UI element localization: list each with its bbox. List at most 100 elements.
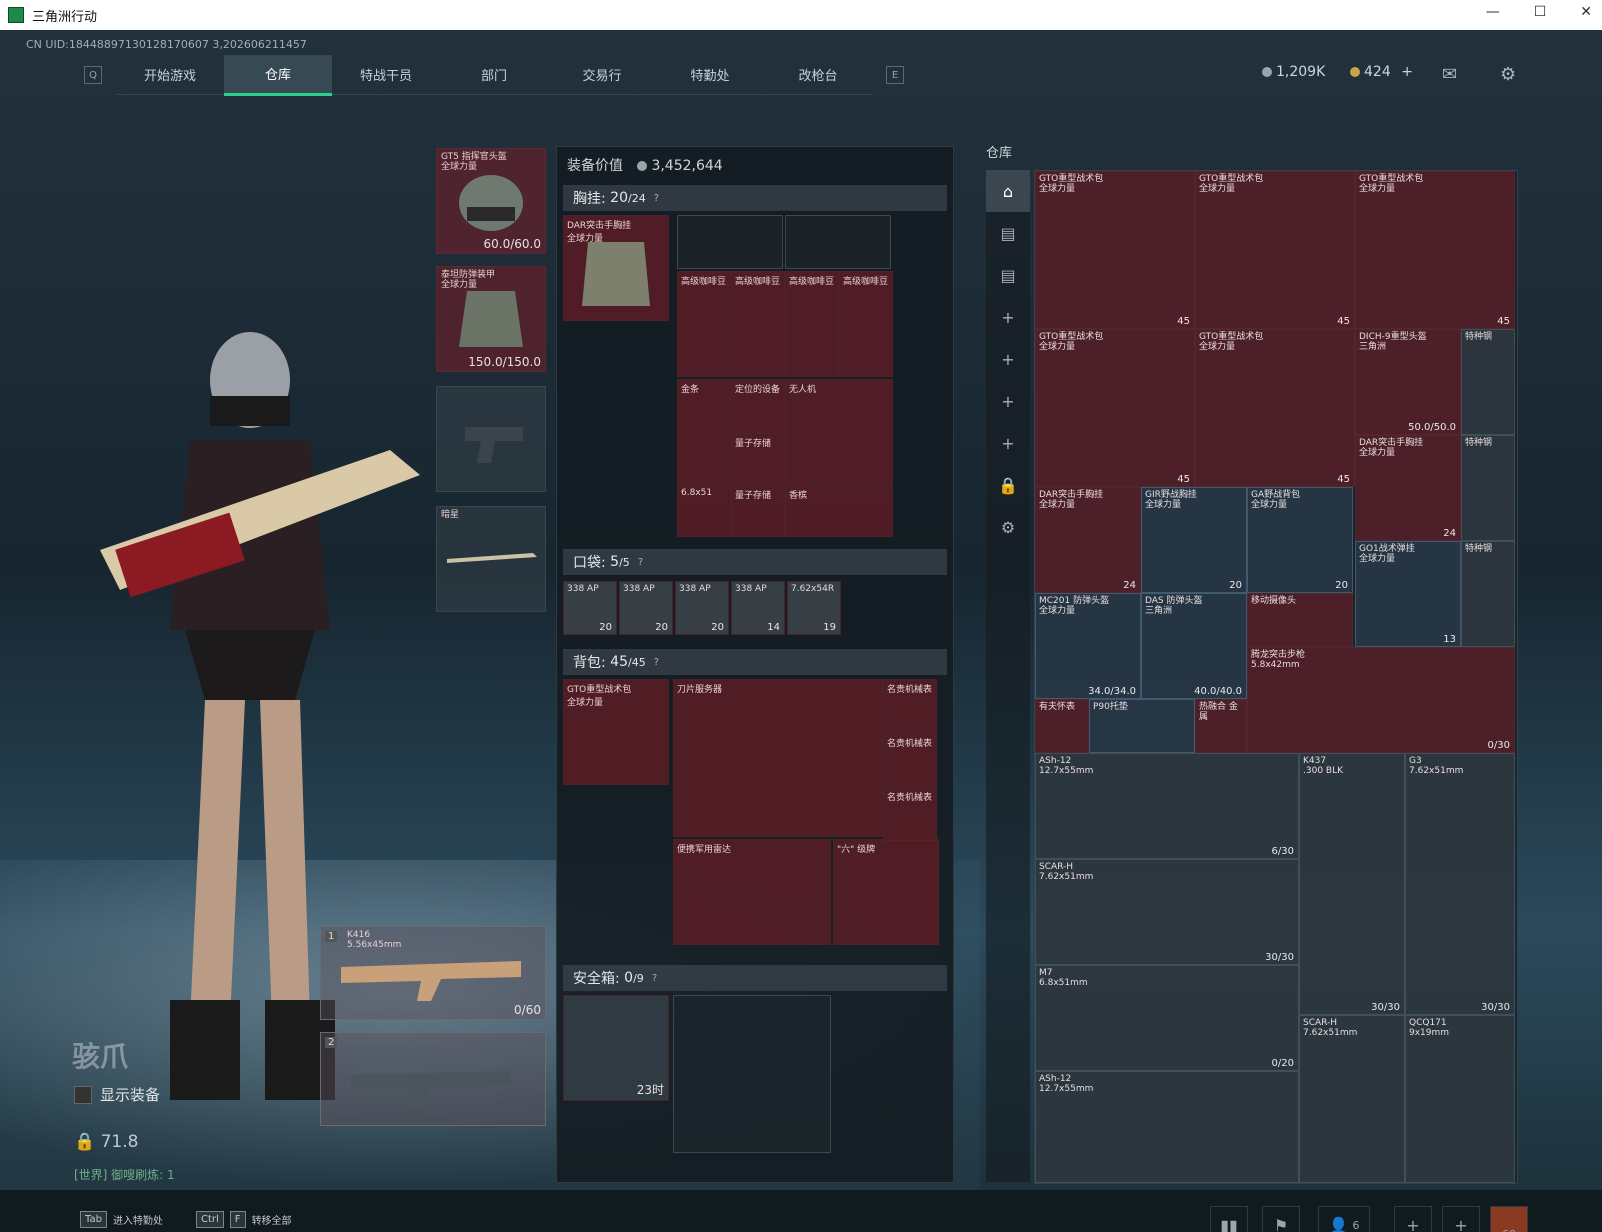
list-item[interactable]: DICH-9重型头盔 三角洲 50.0/50.0 [1355, 329, 1461, 435]
stats-icon[interactable]: ▮▮ [1210, 1206, 1248, 1232]
mail-icon[interactable]: ✉ [1442, 64, 1457, 85]
list-item[interactable]: 热融合 金属 [1195, 699, 1247, 753]
tab-start-game[interactable]: 开始游戏 [116, 56, 224, 95]
enter-special-ops-hotkey[interactable]: Tab 进入特勤处 [80, 1206, 163, 1232]
settings-gear-icon[interactable]: ⚙ [1500, 64, 1516, 85]
list-item[interactable]: 移动摄像头 [1247, 593, 1353, 647]
melee-slot[interactable]: 暗星 [436, 506, 546, 612]
list-item[interactable]: 高级咖啡豆 [785, 271, 839, 377]
tab-special-ops[interactable]: 特勤处 [656, 56, 764, 95]
show-equip-checkbox[interactable] [74, 1085, 92, 1104]
gold-bar-item[interactable]: 金条 [677, 379, 731, 485]
list-item[interactable]: QCQ171 9x19mm [1405, 1015, 1515, 1183]
safebox-grid[interactable] [673, 995, 831, 1153]
empty-slot[interactable] [785, 215, 891, 269]
settings-gear-icon[interactable]: ⚙ [986, 506, 1030, 548]
list-item[interactable]: MC201 防弹头盔 全球力量 34.0/34.0 [1035, 593, 1141, 699]
tab-market[interactable]: 交易行 [548, 56, 656, 95]
friends-button[interactable]: 👤 6 [1318, 1206, 1370, 1232]
storage-tab-2[interactable]: ▤ [986, 212, 1030, 254]
list-item[interactable]: 338 AP 14 [731, 581, 785, 635]
list-item[interactable]: M7 6.8x51mm 0/20 [1035, 965, 1299, 1071]
list-item[interactable]: GTO重型战术包 全球力量 45 [1035, 329, 1195, 487]
list-item[interactable]: SCAR-H 7.62x51mm 30/30 [1035, 859, 1299, 965]
list-item[interactable]: DAR突击手胸挂 全球力量 24 [1035, 487, 1141, 593]
list-item[interactable]: 338 AP 20 [675, 581, 729, 635]
list-item[interactable]: 338 AP 20 [619, 581, 673, 635]
backpack-slot[interactable]: GTO重型战术包 全球力量 [563, 679, 669, 785]
nav-right-key[interactable]: E [886, 66, 904, 84]
list-item[interactable]: 高级咖啡豆 [677, 271, 731, 377]
drone-item[interactable]: 无人机 [785, 379, 893, 485]
close-button[interactable]: ✕ [1580, 4, 1592, 20]
list-item[interactable]: 腾龙突击步枪 5.8x42mm 0/30 [1247, 647, 1515, 753]
player-avatar[interactable]: 60 [1490, 1206, 1528, 1232]
pistol-slot[interactable] [436, 386, 546, 492]
list-item[interactable]: 特种钢 [1461, 329, 1515, 435]
add-party-slot[interactable]: + [1442, 1206, 1480, 1232]
list-item[interactable]: 特种钢 [1461, 435, 1515, 541]
empty-slot[interactable] [677, 215, 783, 269]
list-item[interactable]: GTO重型战术包 全球力量 45 [1355, 171, 1515, 329]
minimize-button[interactable]: — [1486, 4, 1500, 20]
blade-server-item[interactable]: 刀片服务器 [673, 679, 883, 837]
add-storage-icon[interactable]: + [986, 380, 1030, 422]
quantum-storage-item[interactable]: 量子存储 [731, 433, 785, 485]
list-item[interactable]: 高级咖啡豆 [731, 271, 785, 377]
list-item[interactable]: 高级咖啡豆 [839, 271, 893, 377]
quantum-storage-item[interactable]: 量子存储 [731, 485, 785, 537]
storage-tab-3[interactable]: ▤ [986, 254, 1030, 296]
safebox-slot[interactable]: 23时 [563, 995, 669, 1101]
list-item[interactable]: GTO重型战术包 全球力量 45 [1195, 329, 1355, 487]
add-storage-icon[interactable]: + [986, 338, 1030, 380]
transfer-all-hotkey[interactable]: Ctrl F 转移全部 [196, 1206, 292, 1232]
add-gold-button[interactable]: + [1401, 64, 1413, 80]
armor-slot[interactable]: 泰坦防弹装甲 全球力量 150.0/150.0 [436, 266, 546, 372]
tab-operators[interactable]: 特战干员 [332, 56, 440, 95]
list-item[interactable]: 7.62x54R 19 [787, 581, 841, 635]
list-item[interactable]: ASh-12 12.7x55mm 6/30 [1035, 753, 1299, 859]
storage-main-tab[interactable]: ⌂ [986, 170, 1030, 212]
show-equip-toggle[interactable]: 显示装备 [74, 1084, 160, 1105]
add-storage-icon[interactable]: + [986, 296, 1030, 338]
list-item[interactable]: ASh-12 12.7x55mm [1035, 1071, 1299, 1183]
list-item[interactable]: P90托垫 [1089, 699, 1195, 753]
tab-gunsmith[interactable]: 改枪台 [764, 56, 872, 95]
operator-name: 骇爪 [72, 1040, 129, 1073]
plaque-item[interactable]: "六" 级牌 [833, 839, 939, 945]
list-item[interactable]: DAS 防弹头盔 三角洲 40.0/40.0 [1141, 593, 1247, 699]
add-party-slot[interactable]: + [1394, 1206, 1432, 1232]
list-item[interactable]: G3 7.62x51mm 30/30 [1405, 753, 1515, 1015]
world-chat[interactable]: [世界] 御嗖刷炼: 1 [74, 1166, 175, 1183]
chest-rig-slot[interactable]: DAR突击手胸挂 全球力量 [563, 215, 669, 321]
list-item[interactable]: DAR突击手胸挂 全球力量 24 [1355, 435, 1461, 541]
secondary-weapon-slot[interactable]: 2 [320, 1032, 546, 1126]
watch-item[interactable]: 名贵机械表 [883, 679, 937, 733]
list-item[interactable]: 特种钢 [1461, 541, 1515, 647]
ammo-item[interactable]: 6.8x51 [677, 485, 731, 537]
flag-icon[interactable]: ⚑ [1262, 1206, 1300, 1232]
helmet-slot[interactable]: GT5 指挥官头盔 全球力量 60.0/60.0 [436, 148, 546, 254]
list-item[interactable]: GTO重型战术包 全球力量 45 [1195, 171, 1355, 329]
list-item[interactable]: 338 AP 20 [563, 581, 617, 635]
list-item[interactable]: GO1战术弹挂 全球力量 13 [1355, 541, 1461, 647]
armor-durability: 150.0/150.0 [468, 355, 541, 369]
tab-department[interactable]: 部门 [440, 56, 548, 95]
list-item[interactable]: GTO重型战术包 全球力量 45 [1035, 171, 1195, 329]
champagne-item[interactable]: 香槟 [785, 485, 893, 537]
tab-warehouse[interactable]: 仓库 [224, 54, 332, 96]
list-item[interactable]: GIR野战胸挂 全球力量 20 [1141, 487, 1247, 593]
lock-icon[interactable]: 🔒 [986, 464, 1030, 506]
maximize-button[interactable]: ☐ [1534, 4, 1547, 20]
nav-left-key[interactable]: Q [84, 66, 102, 84]
watch-item[interactable]: 名贵机械表 [883, 733, 937, 787]
add-storage-icon[interactable]: + [986, 422, 1030, 464]
list-item[interactable]: 有夫怀表 [1035, 699, 1089, 753]
list-item[interactable]: K437.300 BLK 30/30 [1299, 753, 1405, 1015]
list-item[interactable]: SCAR-H 7.62x51mm [1299, 1015, 1405, 1183]
radar-item[interactable]: 便携军用雷达 [673, 839, 831, 945]
list-item[interactable]: GA野战背包 全球力量 20 [1247, 487, 1353, 593]
locator-item[interactable]: 定位的设备 [731, 379, 785, 433]
primary-weapon-slot[interactable]: K416 5.56x45mm 1 0/60 [320, 926, 546, 1020]
watch-item[interactable]: 名贵机械表 [883, 787, 937, 841]
